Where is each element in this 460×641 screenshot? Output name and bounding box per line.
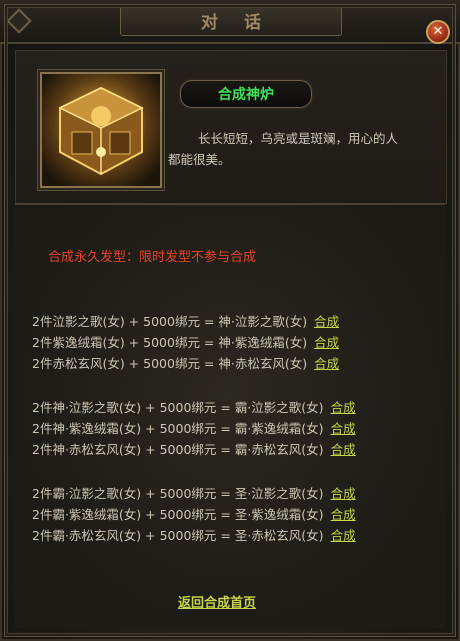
recipe-row: 2件神·紫逸绒霜(女) + 5000绑元 = 霸·紫逸绒霜(女) 合成 [32, 418, 356, 436]
window-title: 对 话 [201, 12, 271, 33]
recipe-row: 2件霸·紫逸绒霜(女) + 5000绑元 = 圣·紫逸绒霜(女) 合成 [32, 504, 356, 522]
recipe-text: 2件神·紫逸绒霜(女) + 5000绑元 = 霸·紫逸绒霜(女) [32, 420, 324, 436]
notice-text: 合成永久发型：限时发型不参与合成 [48, 250, 257, 265]
close-icon: ✕ [432, 24, 444, 39]
synthesize-link[interactable]: 合成 [314, 332, 339, 351]
recipe-row: 2件神·赤松玄风(女) + 5000绑元 = 霸·赤松玄风(女) 合成 [32, 439, 356, 457]
divider [15, 203, 445, 205]
synthesize-link[interactable]: 合成 [331, 504, 356, 523]
title-plate: 对 话 [120, 4, 342, 36]
synthesize-link[interactable]: 合成 [331, 483, 356, 502]
recipe-text: 2件霸·紫逸绒霜(女) + 5000绑元 = 圣·紫逸绒霜(女) [32, 506, 324, 522]
close-button[interactable]: ✕ [426, 20, 450, 44]
recipe-text: 2件霸·泣影之歌(女) + 5000绑元 = 圣·泣影之歌(女) [32, 485, 324, 501]
npc-description: 长长短短，乌亮或是斑斓，用心的人都能很美。 [168, 131, 399, 167]
recipe-text: 2件神·泣影之歌(女) + 5000绑元 = 霸·泣影之歌(女) [32, 399, 324, 415]
synthesize-link[interactable]: 合成 [331, 397, 356, 416]
treasure-furnace-icon [40, 72, 162, 188]
recipe-row: 2件赤松玄风(女) + 5000绑元 = 神·赤松玄风(女) 合成 [32, 353, 339, 371]
recipe-text: 2件霸·赤松玄风(女) + 5000绑元 = 圣·赤松玄风(女) [32, 527, 324, 543]
title-bar: 对 话 ✕ [0, 0, 460, 44]
recipe-text: 2件赤松玄风(女) + 5000绑元 = 神·赤松玄风(女) [32, 355, 308, 371]
recipe-text: 2件泣影之歌(女) + 5000绑元 = 神·泣影之歌(女) [32, 313, 308, 329]
npc-name: 合成神炉 [218, 87, 274, 103]
recipe-row: 2件泣影之歌(女) + 5000绑元 = 神·泣影之歌(女) 合成 [32, 311, 339, 329]
recipe-row: 2件紫逸绒霜(女) + 5000绑元 = 神·紫逸绒霜(女) 合成 [32, 332, 339, 350]
synthesize-link[interactable]: 合成 [314, 353, 339, 372]
synthesize-link[interactable]: 合成 [331, 525, 356, 544]
recipe-row: 2件神·泣影之歌(女) + 5000绑元 = 霸·泣影之歌(女) 合成 [32, 397, 356, 415]
synthesize-link[interactable]: 合成 [331, 418, 356, 437]
recipe-text: 2件神·赤松玄风(女) + 5000绑元 = 霸·赤松玄风(女) [32, 441, 324, 457]
synthesize-link[interactable]: 合成 [314, 311, 339, 330]
synthesize-link[interactable]: 合成 [331, 439, 356, 458]
corner-ornament [6, 8, 32, 34]
back-to-synthesis-home-link[interactable]: 返回合成首页 [178, 592, 256, 611]
npc-name-plate: 合成神炉 [180, 80, 312, 108]
recipe-row: 2件霸·泣影之歌(女) + 5000绑元 = 圣·泣影之歌(女) 合成 [32, 483, 356, 501]
recipe-text: 2件紫逸绒霜(女) + 5000绑元 = 神·紫逸绒霜(女) [32, 334, 308, 350]
recipe-row: 2件霸·赤松玄风(女) + 5000绑元 = 圣·赤松玄风(女) 合成 [32, 525, 356, 543]
